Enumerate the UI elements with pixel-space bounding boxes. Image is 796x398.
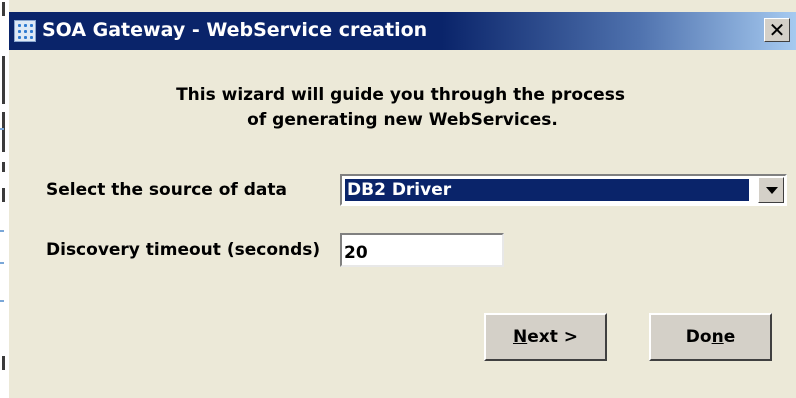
next-button[interactable]: Next > [484, 313, 607, 361]
intro-line-2: of generating new WebServices. [247, 110, 558, 130]
done-mnemonic: n [711, 327, 724, 347]
chevron-down-icon[interactable] [758, 177, 784, 203]
next-label: ext > [527, 327, 579, 347]
timeout-label: Discovery timeout (seconds) [46, 240, 321, 260]
close-icon: ✕ [768, 18, 786, 42]
webservice-creation-dialog: SOA Gateway - WebService creation ✕ This… [9, 0, 796, 398]
close-button[interactable]: ✕ [764, 18, 790, 42]
source-select[interactable]: DB2 Driver [340, 174, 787, 206]
source-label: Select the source of data [46, 180, 287, 200]
next-mnemonic: N [512, 327, 528, 347]
intro-line-1: This wizard will guide you through the p… [176, 85, 625, 105]
done-button[interactable]: Do n e [649, 313, 772, 361]
app-grid-icon [14, 20, 36, 42]
source-selected-value: DB2 Driver [345, 179, 749, 201]
title-bar[interactable]: SOA Gateway - WebService creation ✕ [9, 12, 796, 50]
done-label-suffix: e [723, 327, 736, 347]
window-title: SOA Gateway - WebService creation [42, 19, 428, 41]
background-window-edge [0, 0, 9, 398]
timeout-input[interactable] [340, 233, 504, 267]
done-label-prefix: Do [685, 327, 712, 347]
intro-text: This wizard will guide you through the p… [9, 83, 796, 133]
